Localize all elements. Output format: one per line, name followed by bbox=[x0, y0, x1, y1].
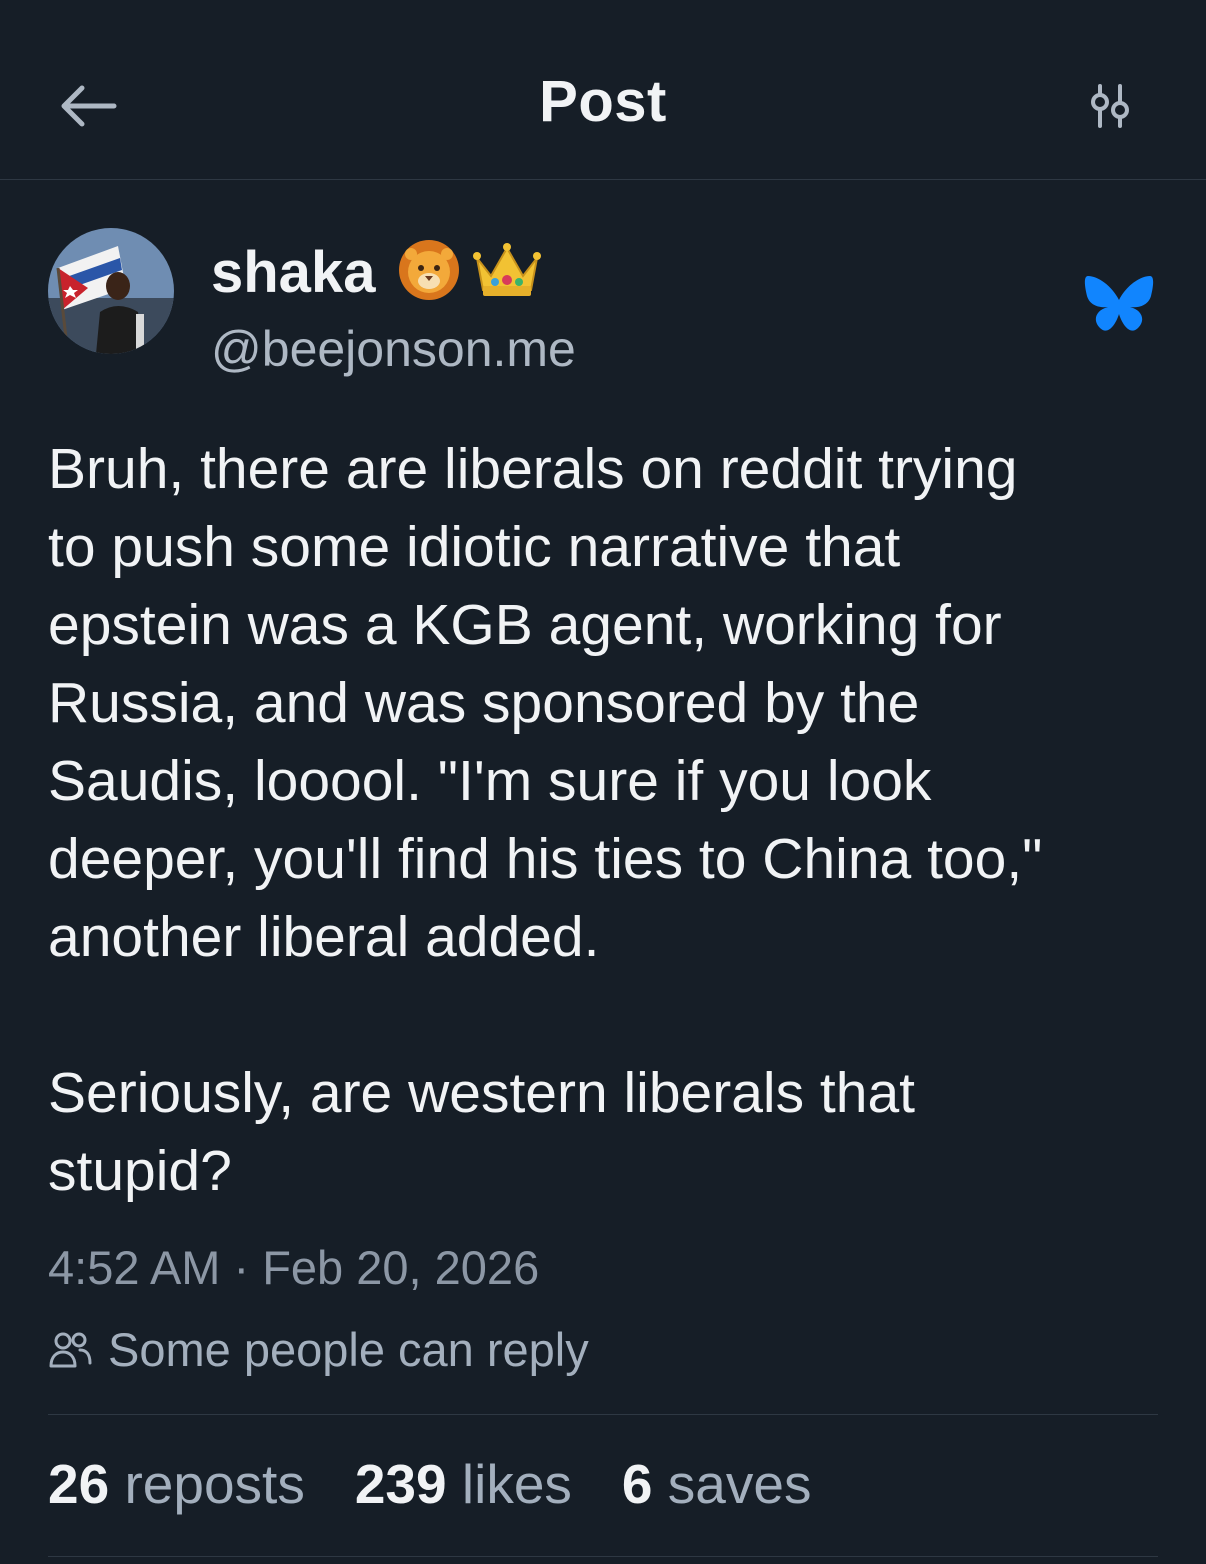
likes-stat[interactable]: 239 likes bbox=[355, 1452, 572, 1516]
reply-settings[interactable]: Some people can reply bbox=[48, 1322, 589, 1377]
saves-stat[interactable]: 6 saves bbox=[622, 1452, 812, 1516]
reposts-label: reposts bbox=[124, 1453, 305, 1515]
reposts-count: 26 bbox=[48, 1453, 110, 1515]
sliders-icon bbox=[1091, 84, 1129, 128]
divider bbox=[48, 1414, 1158, 1415]
lion-face-icon bbox=[397, 238, 461, 307]
reply-settings-label: Some people can reply bbox=[108, 1323, 589, 1376]
page-title: Post bbox=[539, 69, 667, 134]
post-text: Bruh, there are liberals on reddit tryin… bbox=[48, 437, 1043, 1203]
crown-icon bbox=[473, 242, 542, 303]
likes-count: 239 bbox=[354, 1453, 447, 1515]
post-author: shaka @beejonson.me bbox=[48, 228, 1158, 377]
top-bar: Post bbox=[0, 0, 1206, 180]
avatar-image bbox=[48, 228, 174, 354]
avatar[interactable] bbox=[48, 228, 174, 354]
likes-label: likes bbox=[461, 1453, 572, 1515]
post-stats: 26 reposts 239 likes 6 saves bbox=[48, 1452, 861, 1516]
saves-count: 6 bbox=[621, 1453, 653, 1515]
thread-settings-button[interactable] bbox=[1078, 76, 1142, 136]
reposts-stat[interactable]: 26 reposts bbox=[48, 1452, 305, 1516]
user-handle[interactable]: @beejonson.me bbox=[211, 320, 576, 378]
post-timestamp: 4:52 AM · Feb 20, 2026 bbox=[48, 1241, 540, 1294]
display-name[interactable]: shaka bbox=[211, 239, 375, 306]
saves-label: saves bbox=[667, 1453, 812, 1515]
people-icon bbox=[49, 1332, 92, 1367]
bluesky-butterfly-icon bbox=[1084, 276, 1154, 331]
divider bbox=[48, 1556, 1158, 1557]
